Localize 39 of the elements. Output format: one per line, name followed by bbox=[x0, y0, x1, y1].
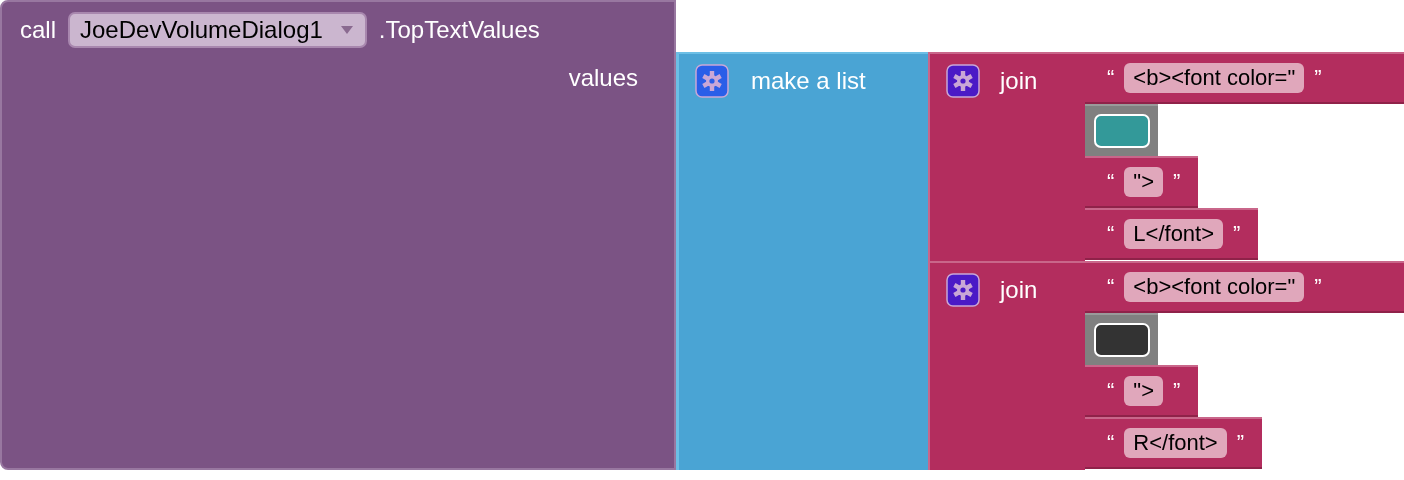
quote-mark: ” bbox=[1173, 169, 1181, 195]
block-label: call bbox=[20, 16, 56, 44]
text-block[interactable]: “ R</font> ” bbox=[1085, 417, 1263, 469]
quote-mark: “ bbox=[1107, 430, 1115, 456]
color-block[interactable] bbox=[1085, 313, 1158, 365]
component-dropdown[interactable]: JoeDevVolumeDialog1 bbox=[68, 12, 367, 48]
gear-icon[interactable] bbox=[946, 64, 980, 98]
text-block[interactable]: “ "> ” bbox=[1085, 365, 1199, 417]
block-label: join bbox=[1000, 66, 1038, 96]
quote-mark: ” bbox=[1314, 274, 1322, 300]
method-name: .TopTextValues bbox=[378, 16, 540, 44]
quote-mark: “ bbox=[1107, 169, 1115, 195]
text-field[interactable]: "> bbox=[1124, 167, 1163, 197]
quote-mark: “ bbox=[1107, 378, 1115, 404]
quote-mark: ” bbox=[1314, 65, 1322, 91]
text-field[interactable]: L</font> bbox=[1124, 219, 1224, 249]
quote-mark: “ bbox=[1107, 274, 1115, 300]
text-field[interactable]: "> bbox=[1124, 376, 1163, 406]
text-block[interactable]: “ "> ” bbox=[1085, 156, 1199, 208]
block-label: make a list bbox=[751, 66, 866, 96]
color-swatch[interactable] bbox=[1093, 323, 1150, 357]
socket-label: values bbox=[568, 64, 638, 92]
text-field[interactable]: <b><font color=" bbox=[1124, 63, 1305, 93]
color-swatch[interactable] bbox=[1093, 114, 1150, 148]
quote-mark: ” bbox=[1233, 221, 1241, 247]
text-block[interactable]: “ <b><font color=" ” bbox=[1085, 52, 1404, 104]
quote-mark: “ bbox=[1107, 65, 1115, 91]
quote-mark: ” bbox=[1173, 378, 1181, 404]
caret-icon bbox=[340, 26, 353, 34]
quote-mark: “ bbox=[1107, 221, 1115, 247]
gear-icon[interactable] bbox=[946, 273, 980, 307]
text-field[interactable]: R</font> bbox=[1124, 428, 1227, 458]
text-field[interactable]: <b><font color=" bbox=[1124, 272, 1305, 302]
text-block[interactable]: “ L</font> ” bbox=[1085, 208, 1259, 260]
gear-icon[interactable] bbox=[695, 64, 729, 98]
text-block[interactable]: “ <b><font color=" ” bbox=[1085, 261, 1404, 313]
block-label: join bbox=[1000, 275, 1038, 305]
quote-mark: ” bbox=[1236, 430, 1245, 456]
color-block[interactable] bbox=[1085, 104, 1158, 156]
